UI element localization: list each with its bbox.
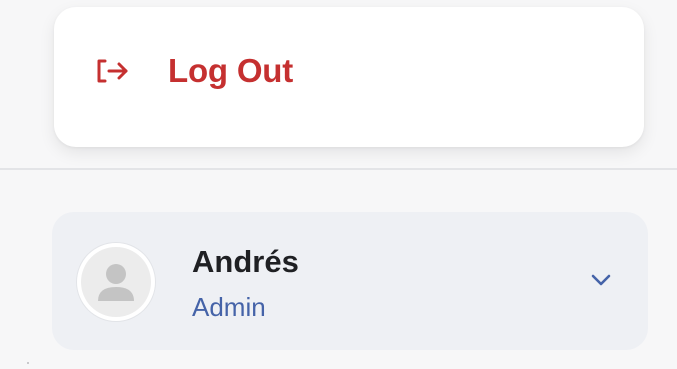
logout-button[interactable]: Log Out [94,52,293,90]
logout-label: Log Out [168,52,294,89]
divider [0,168,677,170]
account-dropdown-menu: Log Out [54,7,644,147]
user-placeholder-icon [81,247,151,317]
user-name: Andrés [192,244,299,279]
chevron-down-icon[interactable] [588,270,614,290]
decorative-dot [27,362,29,364]
user-role: Admin [192,292,266,322]
avatar [77,243,155,321]
logout-icon [94,53,130,89]
user-profile-card[interactable]: Andrés Admin [52,212,648,350]
